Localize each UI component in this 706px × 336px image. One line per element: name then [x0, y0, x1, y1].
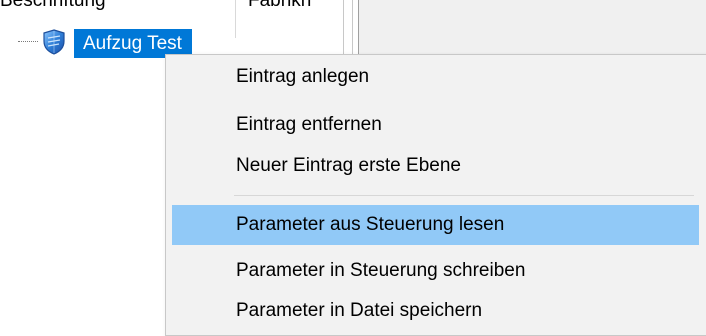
tree-connector-line [18, 41, 38, 42]
menu-item-label: Neuer Eintrag erste Ebene [236, 155, 461, 176]
menu-item-label: Parameter in Steuerung schreiben [236, 260, 526, 281]
shield-icon-graphic [43, 29, 65, 55]
menu-item-eintrag-anlegen[interactable]: Eintrag anlegen [172, 57, 699, 97]
column-header-fabriknummer[interactable]: Fabrikn [248, 0, 311, 12]
column-divider[interactable] [352, 0, 353, 60]
shield-icon[interactable] [41, 28, 67, 56]
menu-item-eintrag-entfernen[interactable]: Eintrag entfernen [172, 105, 699, 145]
column-divider[interactable] [343, 0, 344, 60]
column-header-beschriftung[interactable]: Beschriftung [0, 0, 106, 12]
menu-item-label: Parameter in Datei speichern [236, 300, 483, 321]
menu-item-label: Parameter aus Steuerung lesen [236, 214, 505, 235]
menu-item-label: Eintrag entfernen [236, 114, 382, 135]
menu-item-parameter-in-datei-speichern[interactable]: Parameter in Datei speichern [172, 291, 699, 331]
menu-separator [234, 195, 694, 196]
menu-item-label: Eintrag anlegen [236, 66, 370, 87]
menu-item-parameter-in-steuerung-schreiben[interactable]: Parameter in Steuerung schreiben [172, 251, 699, 291]
column-divider[interactable] [235, 0, 236, 38]
detail-pane [365, 0, 706, 62]
menu-item-parameter-aus-steuerung-lesen[interactable]: Parameter aus Steuerung lesen [172, 205, 699, 245]
menu-item-neuer-eintrag-erste-ebene[interactable]: Neuer Eintrag erste Ebene [172, 146, 699, 186]
context-menu: Eintrag anlegen Eintrag entfernen Neuer … [165, 54, 706, 336]
